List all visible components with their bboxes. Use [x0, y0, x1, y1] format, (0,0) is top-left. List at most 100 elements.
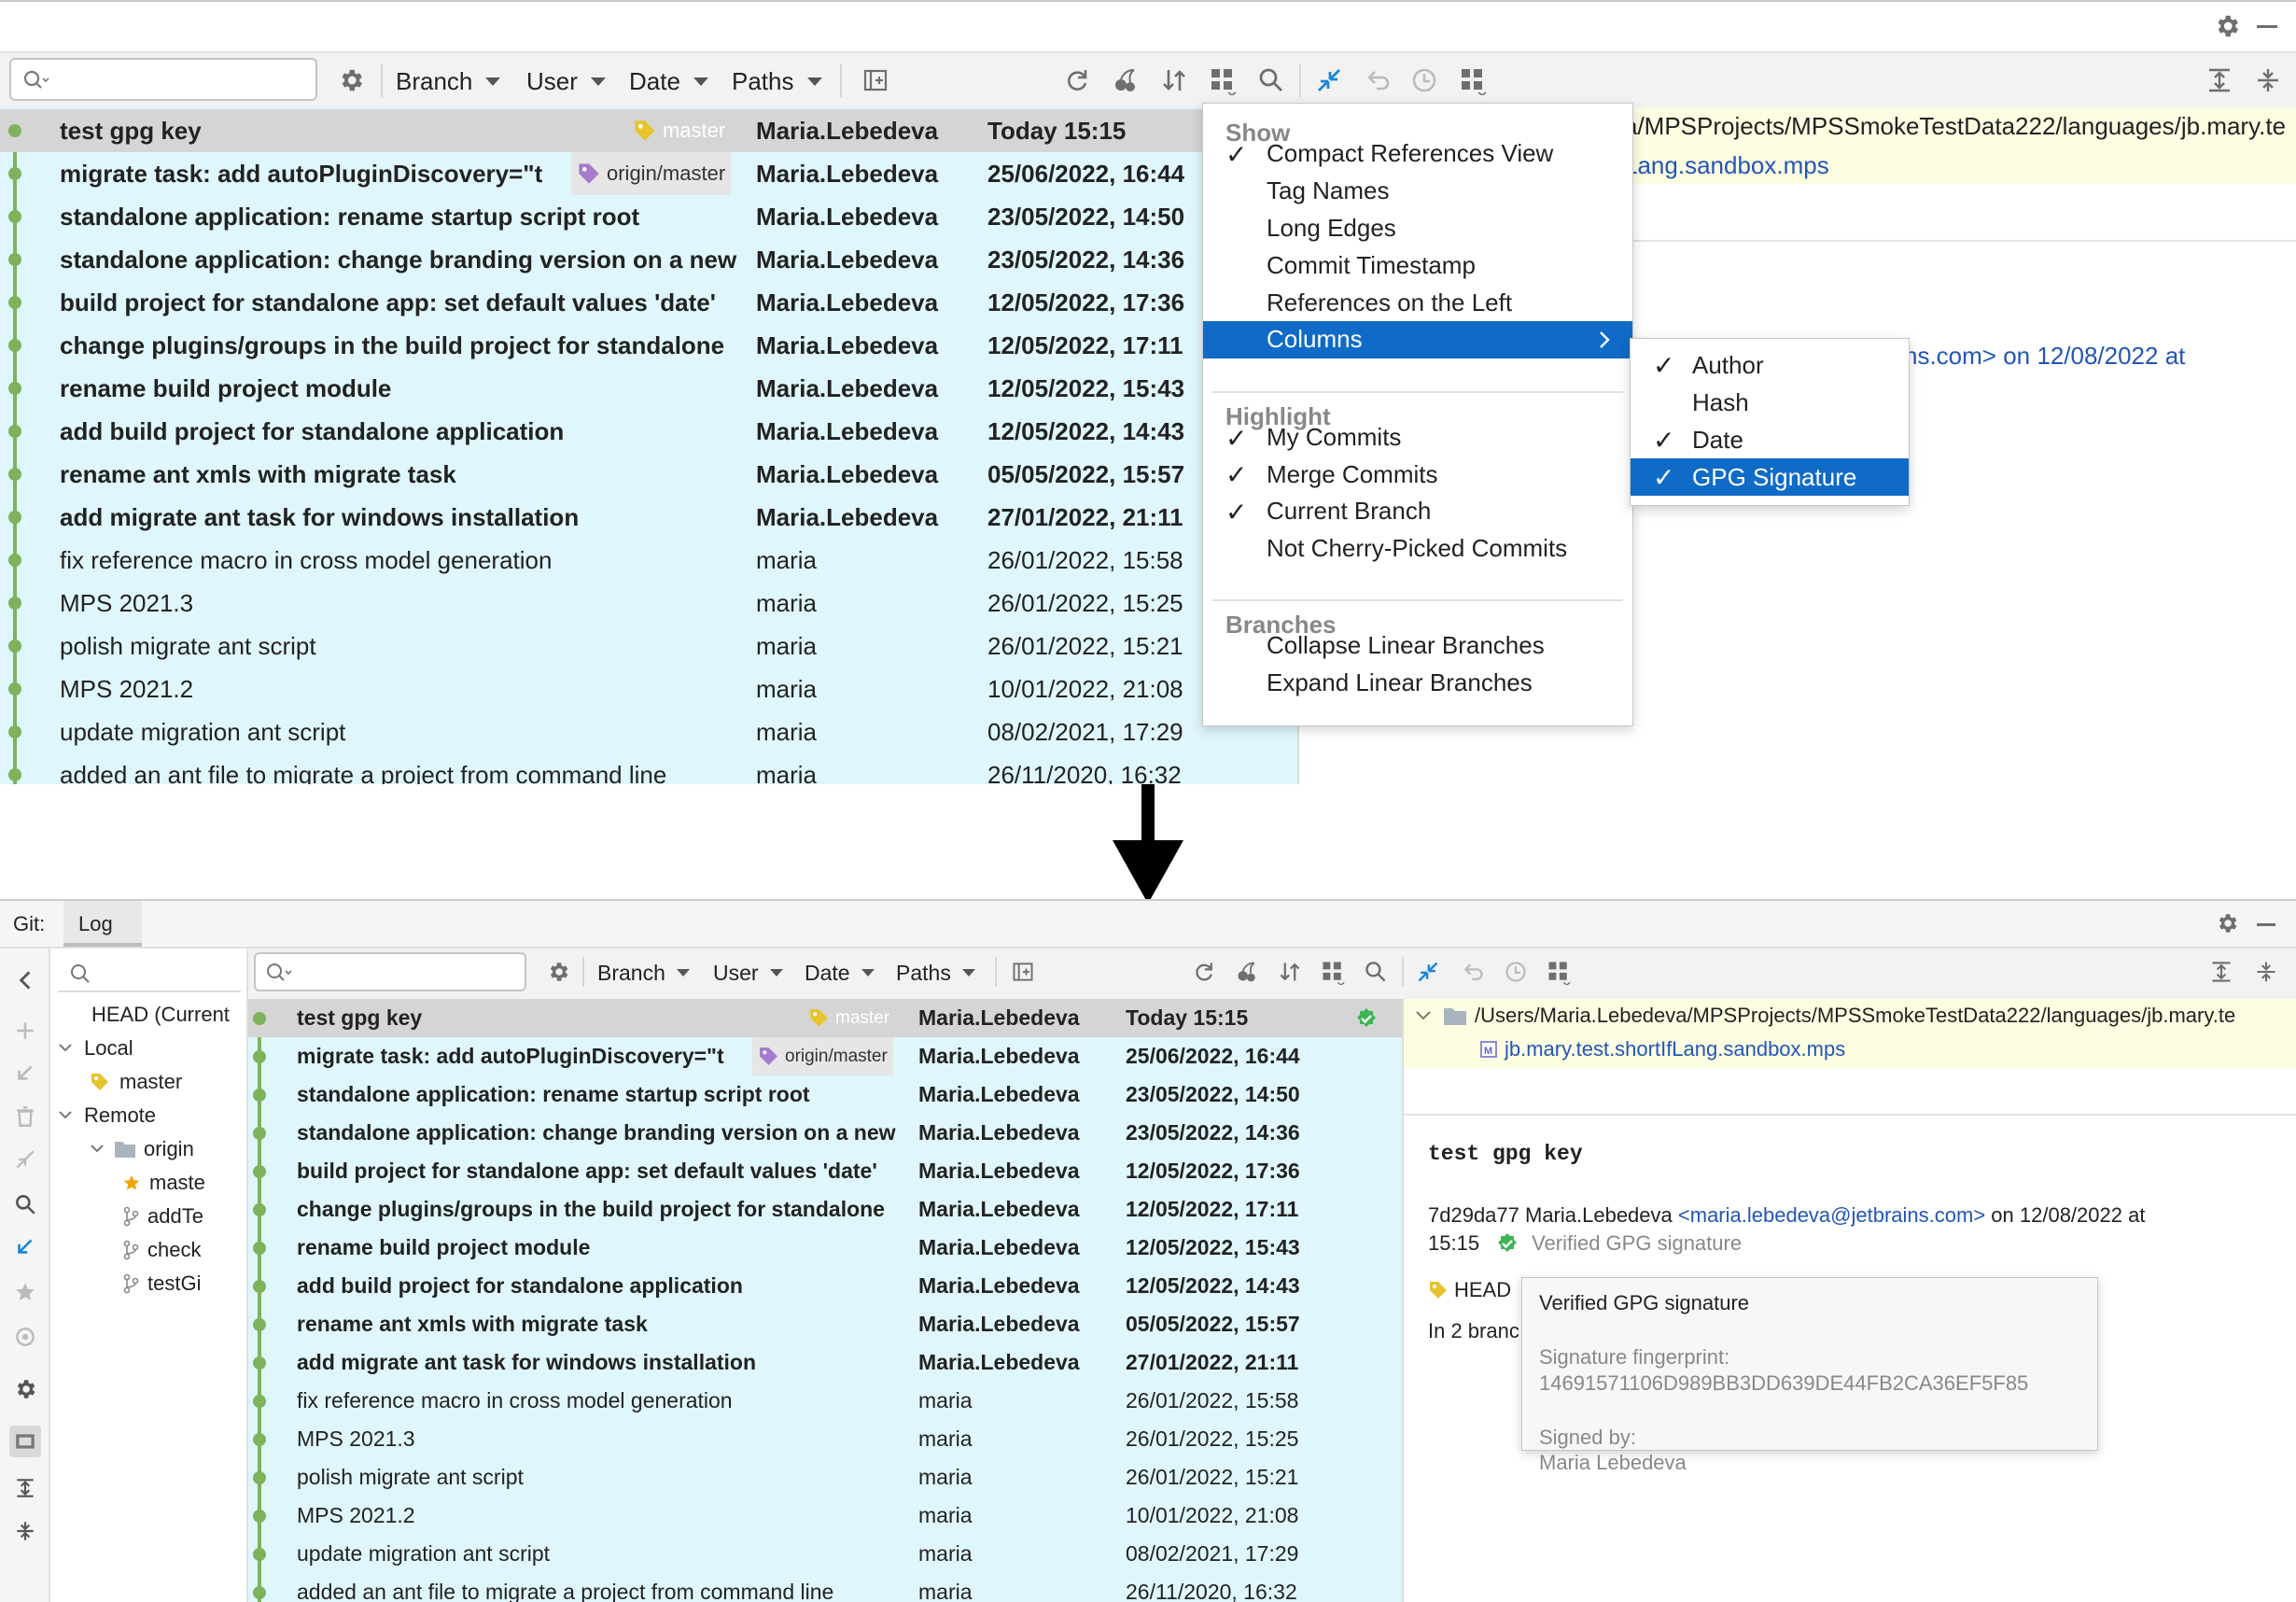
- menu-item-compact-references-view[interactable]: ✓ Compact References View: [1203, 135, 1632, 173]
- expand-all-icon[interactable]: [9, 1472, 41, 1504]
- sort-icon[interactable]: [1157, 63, 1191, 97]
- commit-row[interactable]: migrate task: add autoPluginDiscovery="t…: [0, 152, 1297, 195]
- search-icon[interactable]: [1361, 957, 1391, 987]
- undo-icon[interactable]: [1458, 957, 1488, 987]
- commit-row[interactable]: polish migrate ant script maria 26/01/2022…: [0, 625, 1297, 668]
- checkout-icon[interactable]: [9, 1058, 41, 1089]
- menu-item-commit-timestamp[interactable]: Commit Timestamp: [1203, 246, 1632, 284]
- chevron-down-icon[interactable]: [58, 1109, 73, 1122]
- details-file-link[interactable]: Lang.sandbox.mps: [1624, 151, 1829, 180]
- tab-log[interactable]: Log: [63, 901, 142, 947]
- paths-filter[interactable]: Paths: [896, 959, 975, 987]
- branch-tree-item[interactable]: check: [121, 1234, 248, 1266]
- menu-item-my-commits[interactable]: ✓ My Commits: [1203, 419, 1632, 457]
- commit-row[interactable]: change plugins/groups in the build proje…: [248, 1190, 1402, 1229]
- collapse-all-icon[interactable]: [9, 1515, 41, 1547]
- compare-icon[interactable]: [9, 1144, 41, 1175]
- settings-gear-icon[interactable]: [543, 957, 573, 987]
- commit-row[interactable]: standalone application: change branding …: [248, 1114, 1402, 1152]
- commit-row[interactable]: fix reference macro in cross model gener…: [248, 1382, 1402, 1420]
- verified-icon[interactable]: [1355, 1007, 1378, 1030]
- group-icon[interactable]: [1544, 957, 1574, 987]
- update-icon[interactable]: [9, 1231, 41, 1263]
- branch-filter[interactable]: Branch: [396, 65, 501, 97]
- commit-row[interactable]: change plugins/groups in the build proje…: [0, 324, 1297, 367]
- view-options-icon[interactable]: [1318, 957, 1348, 987]
- gear-icon[interactable]: [2212, 908, 2242, 938]
- chevron-down-icon[interactable]: [58, 1042, 73, 1055]
- gear-icon[interactable]: [2210, 9, 2244, 43]
- search-icon[interactable]: [1254, 63, 1288, 97]
- commit-row[interactable]: rename ant xmls with migrate task Maria.L…: [248, 1305, 1402, 1343]
- commit-row[interactable]: polish migrate ant script maria 26/01/2022…: [248, 1458, 1402, 1497]
- menu-item-current-branch[interactable]: ✓ Current Branch: [1203, 493, 1632, 530]
- settings-icon[interactable]: [9, 1321, 41, 1353]
- cherry-pick-icon[interactable]: [1232, 957, 1262, 987]
- user-filter[interactable]: User: [713, 959, 783, 987]
- commit-row[interactable]: migrate task: add autoPluginDiscovery="t…: [248, 1037, 1402, 1075]
- branch-tree-item[interactable]: Remote: [58, 1100, 248, 1131]
- commit-row[interactable]: fix reference macro in cross model gener…: [0, 539, 1297, 582]
- commit-row[interactable]: add migrate ant task for windows install…: [248, 1343, 1402, 1382]
- submenu-item-date[interactable]: ✓ Date: [1631, 421, 1909, 458]
- commit-row[interactable]: added an ant file to migrate a project f…: [0, 753, 1297, 784]
- commit-row[interactable]: update migration ant script maria 08/02/20…: [248, 1535, 1402, 1573]
- refresh-icon[interactable]: [1189, 957, 1219, 987]
- date-filter[interactable]: Date: [629, 65, 708, 97]
- search-input[interactable]: [254, 952, 526, 991]
- menu-item-references-on-the-left[interactable]: References on the Left: [1203, 284, 1632, 321]
- commit-row[interactable]: standalone application: change branding …: [0, 238, 1297, 281]
- settings-gear-icon[interactable]: [334, 63, 368, 97]
- commit-row[interactable]: MPS 2021.2 maria 10/01/2022, 21:08: [248, 1497, 1402, 1535]
- branch-tree-item[interactable]: addTe: [121, 1201, 248, 1232]
- collapse-all-icon[interactable]: [2251, 957, 2281, 987]
- details-file-link[interactable]: jb.mary.test.shortIfLang.sandbox.mps: [1505, 1037, 1845, 1061]
- add-icon[interactable]: [9, 1015, 41, 1047]
- gear-icon[interactable]: [9, 1373, 41, 1405]
- undo-icon[interactable]: [1361, 63, 1394, 97]
- cherry-pick-icon[interactable]: [1109, 63, 1142, 97]
- menu-item-tag-names[interactable]: Tag Names: [1203, 173, 1632, 210]
- minimize-icon[interactable]: [2257, 25, 2277, 28]
- view-options-icon[interactable]: [1206, 63, 1239, 97]
- ref-origin-master[interactable]: origin/master: [752, 1037, 893, 1075]
- chevron-down-icon[interactable]: [1415, 1009, 1432, 1022]
- branch-tree-item[interactable]: testGi: [121, 1268, 248, 1300]
- branch-tree-item[interactable]: HEAD (Current: [58, 999, 248, 1031]
- chevron-down-icon[interactable]: [90, 1143, 105, 1156]
- menu-item-long-edges[interactable]: Long Edges: [1203, 210, 1632, 247]
- expand-all-icon[interactable]: [2206, 957, 2236, 987]
- history-icon[interactable]: [1501, 957, 1531, 987]
- expand-icon[interactable]: [1413, 957, 1443, 987]
- submenu-item-gpg-signature[interactable]: ✓ GPG Signature: [1631, 458, 1909, 496]
- delete-icon[interactable]: [9, 1101, 41, 1132]
- minimize-icon[interactable]: [2257, 923, 2275, 926]
- preview-icon[interactable]: [9, 1426, 41, 1457]
- commit-row[interactable]: rename build project module Maria.Lebedev…: [0, 367, 1297, 410]
- menu-item-not-cherry-picked-commits[interactable]: Not Cherry-Picked Commits: [1203, 530, 1632, 568]
- expand-icon[interactable]: [1312, 63, 1346, 97]
- commit-row[interactable]: add build project for standalone applica…: [248, 1267, 1402, 1305]
- commit-row[interactable]: rename build project module Maria.Lebedev…: [248, 1229, 1402, 1267]
- refresh-icon[interactable]: [1060, 63, 1094, 97]
- commit-row[interactable]: build project for standalone app: set de…: [0, 281, 1297, 324]
- commit-row[interactable]: rename ant xmls with migrate task Maria.L…: [0, 453, 1297, 496]
- history-icon[interactable]: [1407, 63, 1441, 97]
- ref-master[interactable]: master: [808, 999, 889, 1037]
- commit-row[interactable]: MPS 2021.2 maria 10/01/2022, 21:08: [0, 668, 1297, 710]
- commit-row[interactable]: MPS 2021.3 maria 26/01/2022, 15:25: [0, 582, 1297, 625]
- commit-row[interactable]: added an ant file to migrate a project f…: [248, 1573, 1402, 1602]
- commit-row[interactable]: add build project for standalone applica…: [0, 410, 1297, 453]
- branch-tree-item[interactable]: Local: [58, 1033, 248, 1064]
- branch-filter[interactable]: Branch: [597, 959, 690, 987]
- collapse-all-icon[interactable]: [2251, 63, 2285, 97]
- commit-row[interactable]: standalone application: rename startup s…: [0, 195, 1297, 238]
- commit-row[interactable]: test gpg key master Maria.Lebedeva Today 15…: [0, 109, 1297, 152]
- branch-tree-item[interactable]: origin: [90, 1133, 248, 1165]
- commit-row[interactable]: update migration ant script maria 08/02/20…: [0, 710, 1297, 753]
- ref-master[interactable]: master: [633, 109, 725, 152]
- menu-item-columns[interactable]: Columns: [1203, 321, 1632, 358]
- commit-row[interactable]: standalone application: rename startup s…: [248, 1075, 1402, 1114]
- menu-item-merge-commits[interactable]: ✓ Merge Commits: [1203, 457, 1632, 494]
- back-icon[interactable]: [9, 964, 41, 996]
